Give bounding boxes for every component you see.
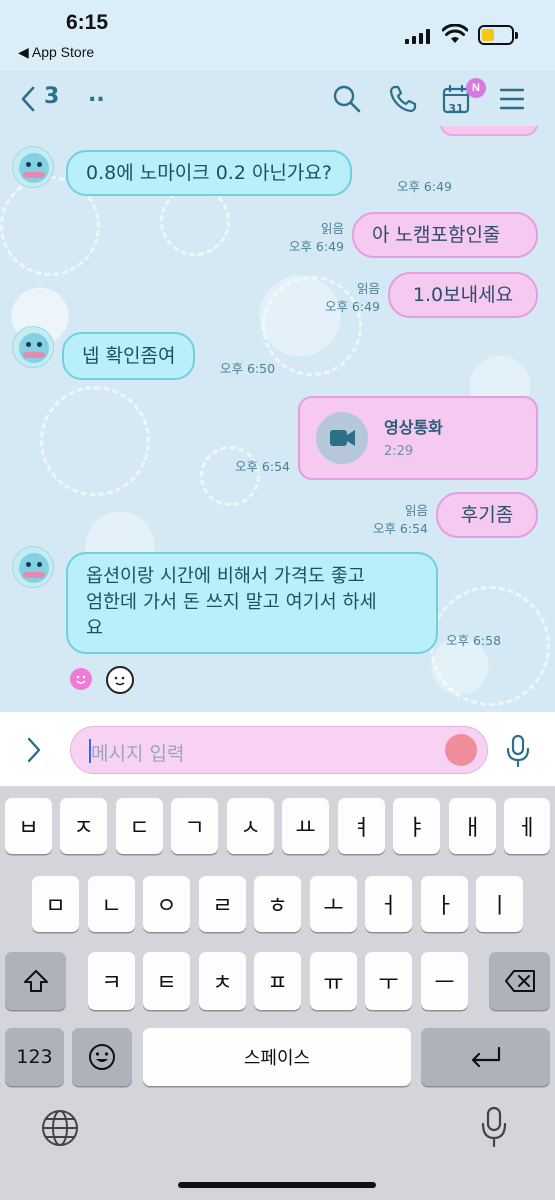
backspace-icon: [504, 970, 535, 992]
key[interactable]: ㅓ: [365, 876, 412, 932]
key[interactable]: ㅠ: [310, 952, 357, 1010]
read-receipt: 읽음: [356, 281, 380, 296]
key[interactable]: ㅌ: [143, 952, 190, 1010]
battery-icon: [478, 25, 518, 45]
message-bubble-outgoing[interactable]: 1.0보내세요: [388, 272, 538, 318]
message-bubble-incoming[interactable]: 넵 확인좀여: [62, 332, 196, 380]
return-key[interactable]: [421, 1028, 550, 1086]
key[interactable]: ㄹ: [199, 876, 246, 932]
menu-icon[interactable]: [500, 87, 524, 111]
key[interactable]: ㅑ: [393, 798, 440, 854]
calendar-new-badge: N: [466, 78, 486, 98]
avatar[interactable]: [12, 546, 54, 588]
message-input-placeholder: 메시지 입력: [91, 743, 185, 765]
message-line: 엄한데 가서 돈 쓰지 말고 여기서 하세: [86, 592, 377, 613]
return-icon: [471, 1046, 500, 1068]
key[interactable]: ㅅ: [227, 798, 274, 854]
message-time: 오후 6:54: [234, 459, 290, 474]
background-pattern: [40, 386, 150, 496]
key[interactable]: ㅜ: [365, 952, 412, 1010]
key[interactable]: ㄴ: [88, 876, 135, 932]
video-call-title: 영상통화: [384, 418, 443, 437]
chat-name: ..: [88, 82, 105, 107]
previous-message-bubble[interactable]: [440, 126, 538, 136]
reaction-smile-icon[interactable]: [70, 668, 92, 690]
key[interactable]: ㅈ: [60, 798, 107, 854]
microphone-icon[interactable]: [506, 734, 530, 768]
status-bar: 6:15 ◀ App Store: [0, 0, 555, 70]
keyboard: ㅂ ㅈ ㄷ ㄱ ㅅ ㅛ ㅕ ㅑ ㅐ ㅔ ㅁ ㄴ ㅇ ㄹ ㅎ ㅗ ㅓ ㅏ ㅣ ㅋ …: [0, 786, 555, 1200]
message-time: 오후 6:49: [324, 299, 380, 314]
read-receipt: 읽음: [404, 503, 428, 518]
key[interactable]: ㅎ: [254, 876, 301, 932]
globe-icon[interactable]: [40, 1108, 80, 1148]
message-bubble-incoming[interactable]: 0.8에 노마이크 0.2 아닌가요?: [66, 150, 352, 196]
chat-area[interactable]: 0.8에 노마이크 0.2 아닌가요? 오후 6:49 읽음 오후 6:49 아…: [0, 126, 555, 712]
key[interactable]: ㅔ: [504, 798, 550, 854]
message-line: 요: [86, 618, 104, 639]
sticker-icon[interactable]: [445, 734, 477, 766]
read-receipt: 읽음: [320, 221, 344, 236]
key[interactable]: ㅏ: [421, 876, 468, 932]
message-time: 오후 6:54: [372, 521, 428, 536]
phone-icon[interactable]: [388, 84, 418, 114]
back-chevron-icon[interactable]: [20, 86, 36, 112]
video-call-card[interactable]: 영상통화 2:29: [298, 396, 538, 480]
key[interactable]: ㄷ: [116, 798, 163, 854]
emoji-icon: [89, 1044, 115, 1070]
key[interactable]: ㅣ: [476, 876, 523, 932]
status-time: 6:15: [66, 11, 109, 34]
shift-icon: [23, 970, 48, 992]
avatar[interactable]: [12, 326, 54, 368]
message-input[interactable]: 메시지 입력: [70, 726, 488, 774]
expand-chevron-icon[interactable]: [26, 737, 42, 763]
message-time: 오후 6:58: [446, 633, 502, 648]
key[interactable]: ㅂ: [5, 798, 52, 854]
key[interactable]: ㅋ: [88, 952, 135, 1010]
dictation-microphone-icon[interactable]: [480, 1106, 508, 1150]
cellular-signal-icon: [405, 28, 431, 44]
key[interactable]: ㅡ: [421, 952, 468, 1010]
message-line: 옵션이랑 시간에 비해서 가격도 좋고: [86, 566, 365, 587]
key[interactable]: ㅗ: [310, 876, 357, 932]
search-icon[interactable]: [332, 84, 362, 114]
member-count[interactable]: 3: [44, 84, 59, 109]
space-key[interactable]: 스페이스: [143, 1028, 411, 1086]
message-input-bar: 메시지 입력: [0, 712, 555, 786]
numbers-key[interactable]: 123: [5, 1028, 64, 1086]
add-reaction-emoji-icon[interactable]: [106, 666, 134, 694]
calendar-day: 31: [448, 102, 464, 115]
background-pattern: [160, 186, 230, 256]
key[interactable]: ㅍ: [254, 952, 301, 1010]
key[interactable]: ㅕ: [338, 798, 385, 854]
key[interactable]: ㅇ: [143, 876, 190, 932]
wifi-icon: [442, 24, 468, 43]
emoji-key[interactable]: [72, 1028, 132, 1086]
video-call-icon: [316, 412, 368, 464]
message-bubble-outgoing[interactable]: 후기좀: [436, 492, 538, 538]
key[interactable]: ㅛ: [282, 798, 329, 854]
message-time: 오후 6:49: [396, 179, 452, 194]
message-time: 오후 6:49: [288, 239, 344, 254]
chat-header: 3 .. 31 N: [0, 70, 555, 126]
backspace-key[interactable]: [489, 952, 550, 1010]
shift-key[interactable]: [5, 952, 66, 1010]
key[interactable]: ㅁ: [32, 876, 79, 932]
background-pattern: [200, 446, 260, 506]
message-bubble-outgoing[interactable]: 아 노캠포함인줄: [352, 212, 538, 258]
message-time: 오후 6:50: [220, 361, 276, 376]
message-bubble-incoming[interactable]: 옵션이랑 시간에 비해서 가격도 좋고 엄한데 가서 돈 쓰지 말고 여기서 하…: [66, 552, 438, 654]
home-indicator: [178, 1182, 376, 1188]
back-to-app-store-link[interactable]: ◀ App Store: [18, 44, 94, 61]
avatar[interactable]: [12, 146, 54, 188]
key[interactable]: ㅊ: [199, 952, 246, 1010]
key[interactable]: ㅐ: [449, 798, 496, 854]
video-call-duration: 2:29: [384, 444, 414, 459]
key[interactable]: ㄱ: [171, 798, 218, 854]
